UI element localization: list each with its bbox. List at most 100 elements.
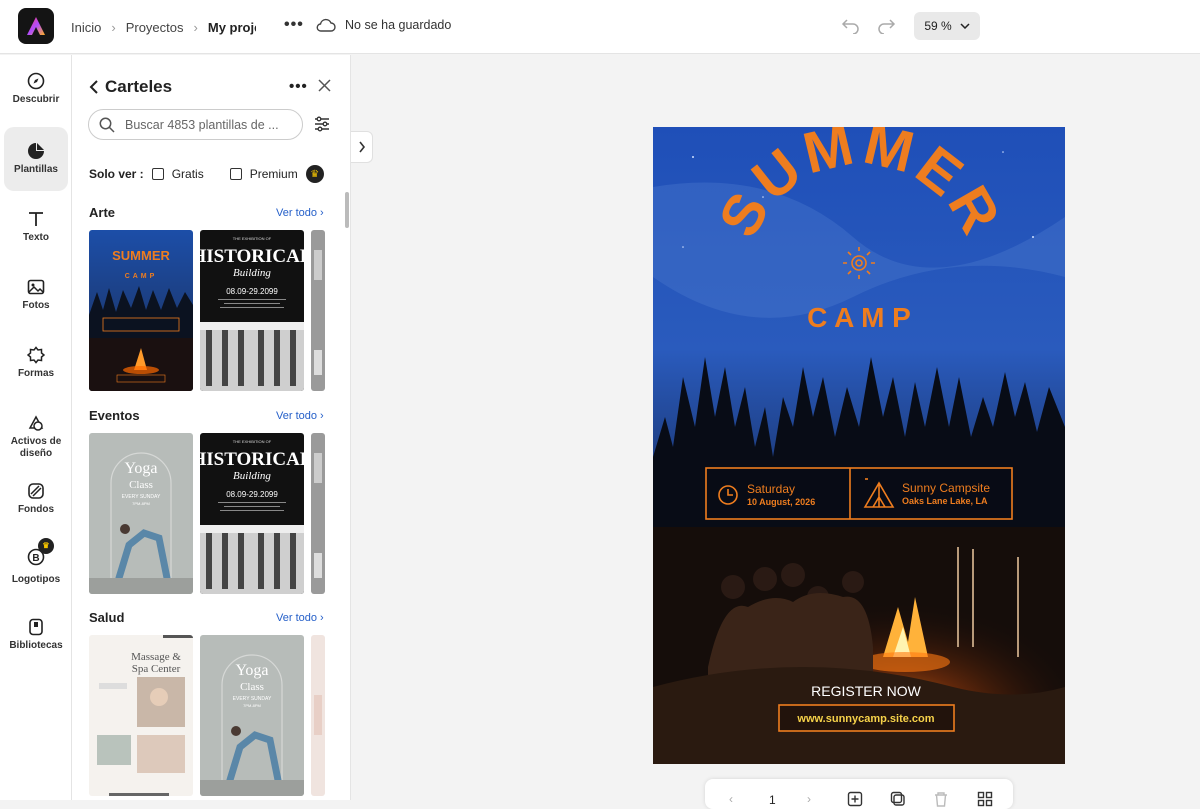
thumb-historical-title: HISTORICAL (200, 449, 304, 470)
next-page-icon[interactable]: › (807, 792, 811, 806)
rail-item-descubrir[interactable]: Descubrir (4, 57, 68, 121)
rail-item-fotos[interactable]: Fotos (4, 263, 68, 327)
rail-label: Fotos (22, 300, 50, 311)
adobe-express-logo-icon (27, 17, 45, 35)
rail-item-plantillas[interactable]: Plantillas (4, 127, 68, 191)
close-icon[interactable] (318, 79, 331, 92)
search-input[interactable] (125, 117, 285, 132)
thumb-yoga-sub: Class (240, 681, 264, 693)
compass-icon (27, 72, 45, 90)
backgrounds-icon (28, 483, 44, 499)
thumb-historical-sub: Building (233, 470, 271, 482)
section-title-arte: Arte (89, 205, 116, 220)
collapse-panel-button[interactable] (351, 131, 373, 163)
template-thumb-yoga[interactable]: Yoga Class EVERY SUNDAY 7PM-8PM (89, 433, 193, 594)
zoom-dropdown[interactable]: 59 % (914, 12, 980, 40)
photo-icon (27, 279, 45, 295)
see-all-salud-link[interactable]: Ver todo › (276, 612, 324, 624)
template-thumb-partial[interactable] (311, 433, 325, 594)
logo-icon: B ♛ (27, 538, 54, 574)
rail-item-activos[interactable]: Activos de diseño (4, 399, 68, 475)
thumb-yoga-title: Yoga (235, 662, 268, 679)
historical-building-thumbnail: THE EXHIBITION OF HISTORICAL Building 08… (200, 230, 304, 391)
template-thumb-historical[interactable]: THE EXHIBITION OF HISTORICAL Building 08… (200, 230, 304, 391)
chevron-down-icon (960, 23, 970, 29)
breadcrumb-projects[interactable]: Proyectos (126, 20, 184, 35)
thumb-massage-sub: Spa Center (132, 663, 181, 675)
duplicate-page-icon[interactable] (890, 791, 906, 807)
templates-panel: Carteles ••• Solo ver : Gratis Premium ♛… (72, 55, 351, 800)
poster-day: Saturday (747, 482, 795, 496)
panel-header: Carteles (89, 77, 172, 97)
thumb-yoga-time: 7PM-8PM (243, 703, 261, 708)
see-all-eventos-link[interactable]: Ver todo › (276, 410, 324, 422)
thumb-yoga-title: Yoga (124, 460, 157, 477)
rail-label: Texto (23, 232, 49, 243)
partial-thumbnail (311, 230, 325, 391)
poster-place: Sunny Campsite (902, 481, 990, 495)
see-all-label: Ver todo (276, 410, 317, 422)
see-all-arte-link[interactable]: Ver todo › (276, 207, 324, 219)
thumb-camp-subtitle: CAMP (125, 273, 158, 280)
poster-date: 10 August, 2026 (747, 497, 815, 507)
free-label: Gratis (171, 167, 204, 181)
rail-item-texto[interactable]: Texto (4, 195, 68, 259)
rail-item-fondos[interactable]: Fondos (4, 467, 68, 531)
left-rail: Descubrir Plantillas Texto Fotos Formas … (0, 55, 72, 800)
page-toolbar: ‹ 1 › (705, 779, 1013, 809)
rail-item-bibliotecas[interactable]: Bibliotecas (4, 603, 68, 667)
undo-icon[interactable] (841, 16, 861, 34)
breadcrumb-current-project[interactable]: My proje (208, 20, 256, 35)
svg-text:B: B (32, 553, 39, 564)
template-thumb-massage-spa[interactable]: Massage & Spa Center (89, 635, 193, 796)
redo-icon[interactable] (876, 16, 896, 34)
thumb-summer-title: SUMMER (112, 248, 170, 263)
thumb-yoga-line: EVERY SUNDAY (233, 696, 272, 702)
premium-crown-icon: ♛ (305, 165, 324, 183)
rail-label: Fondos (17, 504, 55, 515)
zoom-value: 59 % (924, 19, 952, 33)
summer-camp-thumbnail: SUMMER CAMP (89, 230, 193, 391)
search-box[interactable] (88, 109, 303, 140)
chevron-left-icon[interactable] (89, 80, 99, 94)
libraries-icon (29, 618, 43, 636)
template-thumb-partial[interactable] (311, 635, 325, 796)
chevron-right-icon: › (111, 19, 116, 35)
rail-label: Formas (17, 368, 55, 379)
rail-item-logotipos[interactable]: B ♛ Logotipos (4, 535, 68, 599)
filter-row: Solo ver : Gratis Premium ♛ (89, 165, 324, 183)
free-checkbox[interactable] (151, 168, 164, 180)
save-status: No se ha guardado (345, 18, 452, 32)
template-thumb-summer-camp[interactable]: SUMMER CAMP (89, 230, 193, 391)
historical-building-thumbnail: THE EXHIBITION OF HISTORICAL Building 08… (200, 433, 304, 594)
section-title-salud: Salud (89, 610, 125, 625)
partial-thumbnail (311, 433, 325, 594)
premium-checkbox[interactable] (229, 168, 242, 180)
poster-canvas[interactable]: SUMMER C A M P Saturday 10 August, 2026 … (653, 127, 1065, 764)
template-thumb-partial[interactable] (311, 230, 325, 391)
design-assets-icon (28, 415, 44, 431)
rail-label: Bibliotecas (9, 640, 63, 651)
rail-item-formas[interactable]: Formas (4, 331, 68, 395)
add-page-icon[interactable] (847, 791, 863, 807)
prev-page-icon[interactable]: ‹ (729, 792, 733, 806)
template-thumb-yoga-2[interactable]: Yoga Class EVERY SUNDAY 7PM-8PM (200, 635, 304, 796)
more-options-icon[interactable]: ••• (289, 78, 308, 95)
search-icon (99, 117, 115, 133)
premium-crown-icon: ♛ (38, 538, 54, 554)
delete-page-icon[interactable] (933, 791, 949, 807)
poster-subtitle: C A M P (807, 302, 911, 333)
cloud-icon (316, 18, 336, 32)
thumb-massage-title: Massage & (131, 651, 181, 663)
templates-icon (28, 143, 44, 159)
massage-spa-thumbnail: Massage & Spa Center (89, 635, 193, 796)
grid-view-icon[interactable] (977, 791, 993, 807)
breadcrumb-home[interactable]: Inicio (71, 20, 101, 35)
template-thumb-historical-2[interactable]: THE EXHIBITION OF HISTORICAL Building 08… (200, 433, 304, 594)
filter-icon[interactable] (314, 116, 330, 132)
thumb-yoga-line: EVERY SUNDAY (122, 494, 161, 500)
premium-label: Premium (249, 167, 298, 181)
app-logo[interactable] (18, 8, 54, 44)
more-options-icon[interactable]: ••• (284, 16, 304, 34)
panel-scrollbar[interactable] (345, 192, 349, 228)
